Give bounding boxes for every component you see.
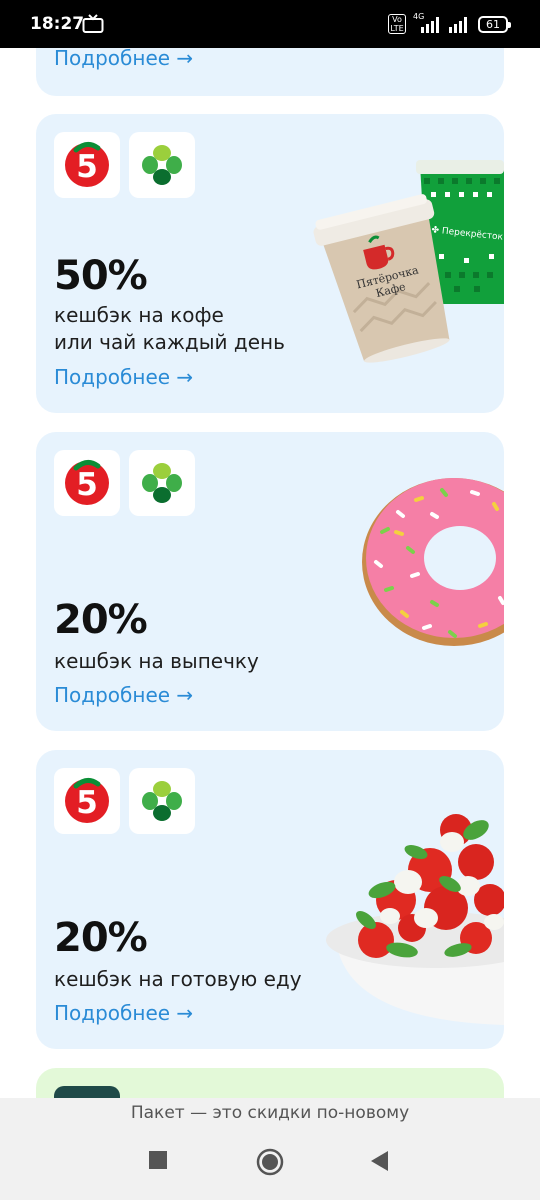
donut-image: [362, 478, 504, 646]
tv-icon: [82, 14, 104, 33]
cashback-description: кешбэк на готовую еду: [54, 967, 302, 991]
signal-icon-2: [449, 17, 467, 33]
system-nav-bar: [0, 1128, 540, 1200]
battery-icon: 61: [478, 16, 511, 33]
volte-badge: Vo LTE: [388, 14, 406, 34]
more-link[interactable]: Подробнее →: [54, 1001, 193, 1025]
pyaterochka-logo: 5: [54, 768, 120, 834]
cashback-description-line2: или чай каждый день: [54, 330, 285, 354]
perekrestok-logo: [129, 132, 195, 198]
perekrestok-logo: [129, 450, 195, 516]
back-icon[interactable]: [370, 1150, 390, 1172]
svg-text:5: 5: [76, 785, 98, 821]
pyaterochka-logo: 5: [54, 132, 120, 198]
cashback-percent: 20%: [54, 915, 148, 961]
cashback-percent: 20%: [54, 597, 148, 643]
promo-card-coffee[interactable]: 5 ✤ Перекрёсток Пятёрочка Кафе 50% кешбэ…: [36, 114, 504, 413]
perekrestok-logo: [129, 768, 195, 834]
promo-card-ready-food[interactable]: 5 20% кешбэк на готовую еду Подробнее →: [36, 750, 504, 1049]
cashback-description-line1: кешбэк на кофе: [54, 303, 224, 327]
signal-icon: [421, 17, 439, 33]
promo-card-pastry[interactable]: 5 20% кешбэк на выпечку Подробнее →: [36, 432, 504, 731]
more-link[interactable]: Подробнее →: [54, 683, 193, 707]
status-bar: 18:27 Vo LTE 4G 61: [0, 0, 540, 48]
coffee-cups-image: ✤ Перекрёсток Пятёрочка Кафе: [313, 160, 504, 363]
stop-icon[interactable]: [148, 1150, 168, 1170]
salad-image: [326, 814, 504, 1025]
svg-text:5: 5: [76, 149, 98, 185]
more-link[interactable]: Подробнее →: [54, 365, 193, 389]
cashback-description: кешбэк на выпечку: [54, 649, 259, 673]
pyaterochka-logo: 5: [54, 450, 120, 516]
cashback-percent: 50%: [54, 253, 148, 299]
status-time: 18:27: [30, 14, 85, 34]
svg-text:5: 5: [76, 467, 98, 503]
home-icon[interactable]: [256, 1148, 284, 1176]
bottom-caption: Пакет — это скидки по-новому: [0, 1098, 540, 1128]
more-link[interactable]: Подробнее →: [54, 46, 193, 70]
